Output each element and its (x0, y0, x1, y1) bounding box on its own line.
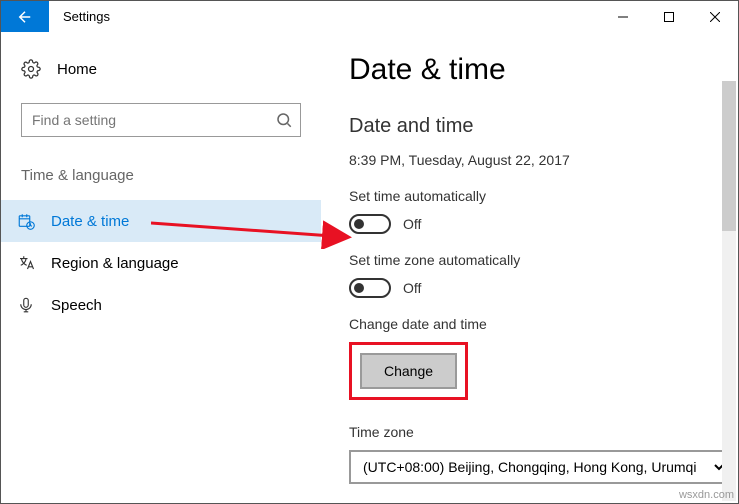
maximize-button[interactable] (646, 1, 692, 32)
search-input[interactable] (21, 103, 301, 137)
main-area: Home Time & language Date & time Region … (1, 33, 738, 503)
titlebar: Settings (1, 1, 738, 33)
minimize-icon (618, 12, 628, 22)
sidebar-item-label: Speech (51, 297, 102, 314)
timezone-select[interactable]: (UTC+08:00) Beijing, Chongqing, Hong Kon… (349, 450, 729, 484)
content-area: Date & time Date and time 8:39 PM, Tuesd… (321, 33, 738, 503)
close-button[interactable] (692, 1, 738, 32)
sidebar-item-speech[interactable]: Speech (1, 284, 321, 326)
minimize-button[interactable] (600, 1, 646, 32)
gear-icon (21, 59, 41, 79)
back-button[interactable] (1, 1, 49, 32)
watermark: wsxdn.com (679, 489, 734, 501)
scrollbar[interactable] (722, 81, 736, 501)
annotation-highlight: Change (349, 342, 468, 400)
set-tz-auto-toggle[interactable] (349, 278, 391, 298)
category-heading: Time & language (21, 167, 301, 184)
set-tz-auto-toggle-row: Off (349, 278, 730, 298)
window-controls (600, 1, 738, 32)
change-date-time-label: Change date and time (349, 316, 730, 332)
home-link[interactable]: Home (21, 53, 301, 85)
page-title: Date & time (349, 53, 730, 87)
language-icon (17, 254, 35, 272)
maximize-icon (664, 12, 674, 22)
set-time-auto-toggle-row: Off (349, 214, 730, 234)
sidebar-item-date-time[interactable]: Date & time (1, 200, 321, 242)
window-title: Settings (49, 1, 600, 32)
search-icon (275, 111, 293, 129)
search-wrap (21, 103, 301, 137)
sidebar-item-label: Region & language (51, 255, 179, 272)
calendar-clock-icon (17, 212, 35, 230)
close-icon (710, 12, 720, 22)
microphone-icon (17, 296, 35, 314)
set-tz-auto-state: Off (403, 280, 421, 296)
set-tz-auto-label: Set time zone automatically (349, 252, 730, 268)
current-datetime: 8:39 PM, Tuesday, August 22, 2017 (349, 152, 730, 168)
set-time-auto-state: Off (403, 216, 421, 232)
scrollbar-thumb[interactable] (722, 81, 736, 231)
section-heading: Date and time (349, 115, 730, 138)
sidebar: Home Time & language Date & time Region … (1, 33, 321, 503)
home-label: Home (57, 61, 97, 78)
set-time-auto-label: Set time automatically (349, 188, 730, 204)
arrow-left-icon (16, 8, 34, 26)
sidebar-item-region-language[interactable]: Region & language (1, 242, 321, 284)
set-time-auto-toggle[interactable] (349, 214, 391, 234)
change-button[interactable]: Change (360, 353, 457, 389)
sidebar-item-label: Date & time (51, 213, 129, 230)
timezone-label: Time zone (349, 424, 730, 440)
